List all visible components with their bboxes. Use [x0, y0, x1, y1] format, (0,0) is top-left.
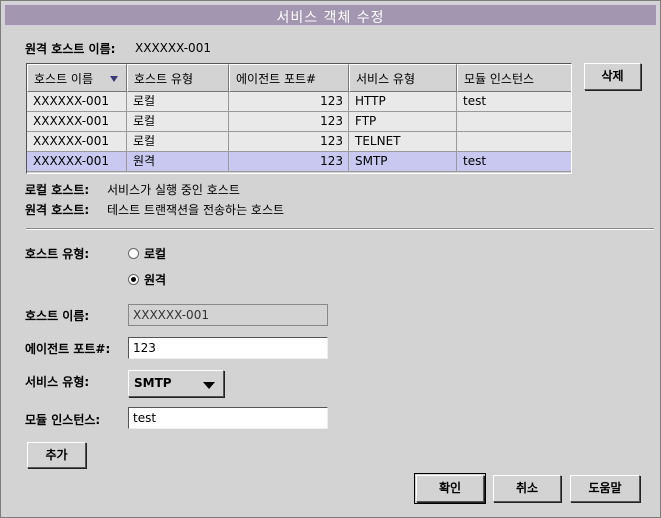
cell-agent-port: 123 — [229, 152, 349, 172]
ok-button[interactable]: 확인 — [414, 473, 486, 504]
add-button[interactable]: 추가 — [27, 442, 86, 468]
cell-agent-port: 123 — [229, 112, 349, 132]
cell-agent-port: 123 — [229, 92, 349, 112]
cell-agent-port: 123 — [229, 132, 349, 152]
remote-host-legend-text: 테스트 트랜잭션을 전송하는 호스트 — [107, 203, 285, 217]
cancel-button[interactable]: 취소 — [493, 475, 561, 502]
cell-host-type: 로컬 — [127, 112, 229, 132]
service-type-dropdown[interactable]: SMTP — [128, 370, 224, 397]
dialog-window: 서비스 객체 수정 원격 호스트 이름: XXXXXX-001 호스트 이름 호… — [0, 0, 661, 518]
column-header-host-name[interactable]: 호스트 이름 — [27, 64, 127, 92]
table-row[interactable]: XXXXXX-001 로컬 123 TELNET — [27, 132, 571, 152]
cell-host-type: 원격 — [127, 152, 229, 172]
agent-port-label: 에이전트 포트#: — [25, 342, 111, 356]
help-button[interactable]: 도움말 — [570, 475, 640, 502]
host-type-local-label[interactable]: 로컬 — [144, 245, 166, 262]
host-type-label: 호스트 유형: — [25, 247, 90, 261]
column-header-host-type[interactable]: 호스트 유형 — [127, 64, 229, 92]
title-bar[interactable]: 서비스 객체 수정 — [4, 4, 657, 26]
table-header: 호스트 이름 호스트 유형 에이전트 포트# 서비스 유형 모듈 인스턴스 — [27, 64, 571, 92]
cell-module-instance: test — [457, 92, 571, 112]
local-host-legend-label: 로컬 호스트: — [25, 183, 90, 197]
module-instance-input[interactable]: test — [128, 407, 328, 429]
remote-host-name-label: 원격 호스트 이름: — [25, 42, 116, 56]
table-row[interactable]: XXXXXX-001 로컬 123 HTTP test — [27, 92, 571, 112]
agent-port-input[interactable]: 123 — [128, 337, 328, 359]
services-table: 호스트 이름 호스트 유형 에이전트 포트# 서비스 유형 모듈 인스턴스 XX… — [26, 63, 572, 174]
local-host-legend-text: 서비스가 실행 중인 호스트 — [107, 183, 240, 197]
module-instance-label: 모듈 인스턴스: — [25, 413, 101, 427]
host-type-local-radio[interactable] — [128, 248, 139, 259]
sort-descending-icon — [110, 76, 118, 82]
host-type-remote-radio[interactable] — [128, 274, 139, 285]
cell-service-type: FTP — [349, 112, 457, 132]
cell-module-instance — [457, 112, 571, 132]
service-type-selected: SMTP — [134, 376, 172, 390]
table-row-selected[interactable]: XXXXXX-001 원격 123 SMTP test — [27, 152, 571, 172]
host-type-remote-label[interactable]: 원격 — [144, 271, 166, 288]
cell-host-name: XXXXXX-001 — [27, 112, 127, 132]
cell-service-type: TELNET — [349, 132, 457, 152]
table-row[interactable]: XXXXXX-001 로컬 123 FTP — [27, 112, 571, 132]
window-title: 서비스 객체 수정 — [276, 10, 385, 26]
column-header-module-instance[interactable]: 모듈 인스턴스 — [457, 64, 571, 92]
remote-host-name-value: XXXXXX-001 — [135, 41, 211, 55]
cell-host-name: XXXXXX-001 — [27, 152, 127, 172]
chevron-down-icon — [203, 382, 215, 389]
cell-host-type: 로컬 — [127, 132, 229, 152]
cell-module-instance: test — [457, 152, 571, 172]
cell-service-type: HTTP — [349, 92, 457, 112]
column-header-service-type[interactable]: 서비스 유형 — [349, 64, 457, 92]
service-type-label: 서비스 유형: — [25, 375, 90, 389]
remote-host-legend-label: 원격 호스트: — [25, 203, 90, 217]
column-header-label: 호스트 이름 — [34, 72, 94, 86]
cell-host-type: 로컬 — [127, 92, 229, 112]
cell-module-instance — [457, 132, 571, 152]
cell-service-type: SMTP — [349, 152, 457, 172]
host-name-label: 호스트 이름: — [25, 309, 90, 323]
host-name-field: XXXXXX-001 — [128, 304, 328, 326]
section-divider — [26, 228, 654, 230]
cell-host-name: XXXXXX-001 — [27, 92, 127, 112]
cell-host-name: XXXXXX-001 — [27, 132, 127, 152]
column-header-agent-port[interactable]: 에이전트 포트# — [229, 64, 349, 92]
delete-button[interactable]: 삭제 — [584, 63, 641, 90]
